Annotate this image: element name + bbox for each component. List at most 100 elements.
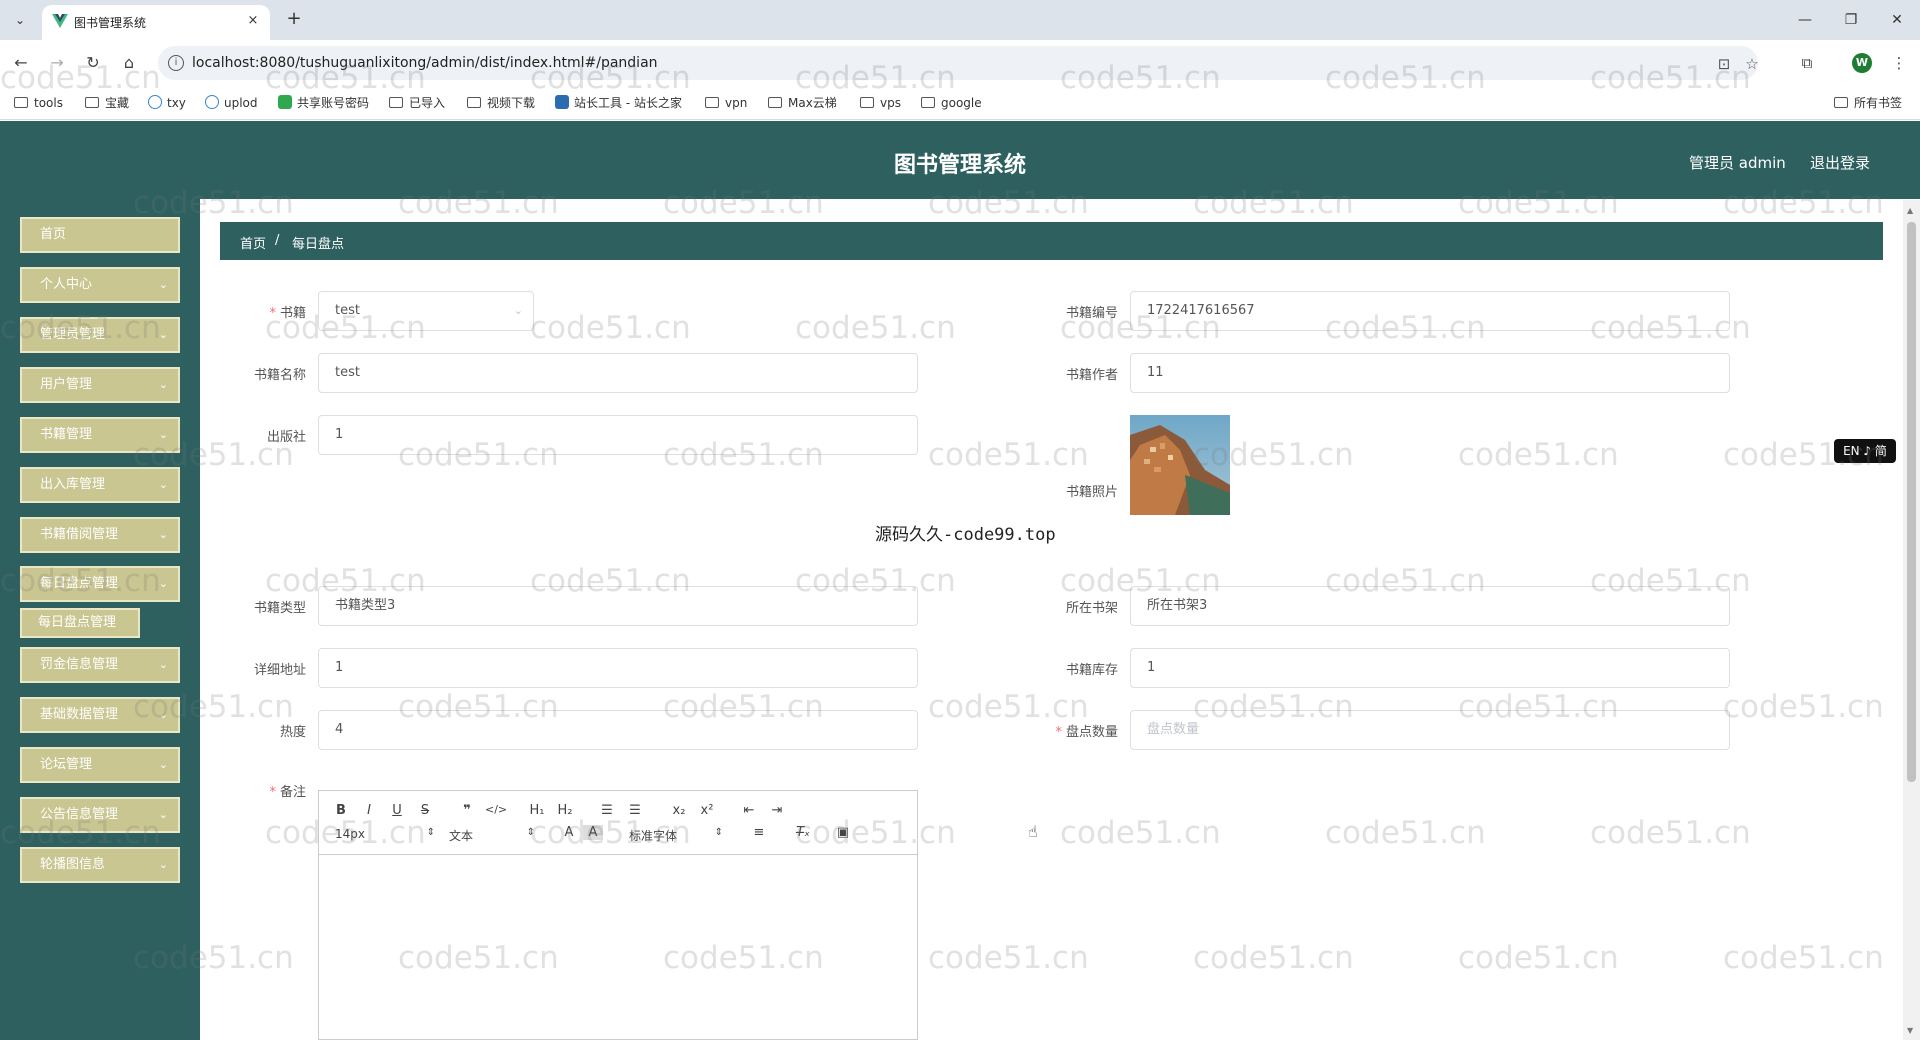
heat-field[interactable]: 4 bbox=[318, 710, 918, 750]
sidebar-item-carousel[interactable]: 轮播图信息 ⌄ bbox=[20, 847, 180, 883]
background-color-icon[interactable]: A bbox=[583, 825, 603, 840]
scrollbar-thumb[interactable] bbox=[1907, 222, 1916, 782]
bookmark-baozang[interactable]: 宝藏 bbox=[85, 93, 129, 113]
address-field[interactable]: 1 bbox=[318, 648, 918, 688]
align-icon[interactable]: ≡ bbox=[749, 825, 769, 840]
heading2-icon[interactable]: H₂ bbox=[555, 803, 575, 818]
book-no-field[interactable]: 1722417616567 bbox=[1130, 291, 1730, 331]
strike-icon[interactable]: S bbox=[415, 803, 435, 818]
superscript-icon[interactable]: x² bbox=[697, 803, 717, 818]
bullet-list-icon[interactable]: ☰ bbox=[625, 803, 645, 818]
type-label: 书籍类型 bbox=[253, 601, 306, 616]
underline-icon[interactable]: U bbox=[387, 803, 407, 818]
logout-link[interactable]: 退出登录 bbox=[1810, 152, 1870, 173]
screenshot-icon[interactable]: ⊡ bbox=[1714, 54, 1734, 74]
sidebar-item-forum[interactable]: 论坛管理 ⌄ bbox=[20, 747, 180, 783]
menu-kebab-icon[interactable]: ⋮ bbox=[1886, 50, 1912, 76]
sidebar-item-home[interactable]: 首页 bbox=[20, 217, 180, 253]
subscript-icon[interactable]: x₂ bbox=[669, 803, 689, 818]
watermark-text: code51.cn bbox=[1590, 815, 1751, 851]
stock-field[interactable]: 1 bbox=[1130, 648, 1730, 688]
bookmark-chinaz[interactable]: 站长工具 - 站长之家 bbox=[555, 93, 682, 113]
bookmark-shared-accounts[interactable]: 共享账号密码 bbox=[278, 93, 369, 113]
publisher-field[interactable]: 1 bbox=[318, 415, 918, 455]
rich-text-editor[interactable]: B I U S ❞ </> H₁ H₂ ☰ ☰ x₂ x² ⇤ ⇥ 14px ⇕ … bbox=[318, 790, 918, 1040]
sidebar-item-fines[interactable]: 罚金信息管理 ⌄ bbox=[20, 647, 180, 683]
browser-tab[interactable]: 图书管理系统 × bbox=[42, 5, 270, 40]
new-tab-button[interactable]: + bbox=[282, 8, 306, 32]
bookmark-vps[interactable]: vps bbox=[860, 93, 901, 113]
sidebar-item-borrow[interactable]: 书籍借阅管理 ⌄ bbox=[20, 517, 180, 553]
shelf-field[interactable]: 所在书架3 bbox=[1130, 586, 1730, 626]
address-bar[interactable]: i localhost:8080/tushuguanlixitong/admin… bbox=[158, 46, 1759, 80]
type-field[interactable]: 书籍类型3 bbox=[318, 586, 918, 626]
sidebar-item-inventory[interactable]: 每日盘点管理 ⌄ bbox=[20, 566, 180, 602]
sidebar-item-admin[interactable]: 管理员管理 ⌄ bbox=[20, 317, 180, 353]
page-scrollbar[interactable]: ▲ ▼ bbox=[1903, 200, 1920, 1040]
bookmark-max[interactable]: Max云梯 bbox=[768, 93, 837, 113]
sidebar-item-stock[interactable]: 出入库管理 ⌄ bbox=[20, 467, 180, 503]
sidebar-subitem-inventory-manage[interactable]: 每日盘点管理 bbox=[20, 608, 140, 638]
back-icon[interactable]: ← bbox=[8, 50, 34, 76]
bookmark-imported[interactable]: 已导入 bbox=[389, 93, 445, 113]
sidebar-item-basic-data[interactable]: 基础数据管理 ⌄ bbox=[20, 697, 180, 733]
note-label: * 备注 bbox=[269, 785, 306, 800]
indent-decrease-icon[interactable]: ⇤ bbox=[739, 803, 759, 818]
all-bookmarks[interactable]: 所有书签 bbox=[1834, 93, 1902, 113]
url-text[interactable]: localhost:8080/tushuguanlixitong/admin/d… bbox=[192, 55, 658, 71]
blockquote-icon[interactable]: ❞ bbox=[457, 803, 477, 818]
tab-close-icon[interactable]: × bbox=[244, 12, 262, 30]
bookmark-google[interactable]: google bbox=[921, 93, 982, 113]
paragraph-select[interactable]: 文本 ⇕ bbox=[449, 827, 535, 844]
bookmark-txy[interactable]: txy bbox=[148, 93, 186, 113]
italic-icon[interactable]: I bbox=[359, 803, 379, 818]
folder-icon bbox=[860, 97, 874, 108]
minimize-icon[interactable]: — bbox=[1790, 8, 1820, 32]
chevron-down-icon: ⌄ bbox=[158, 758, 168, 771]
font-color-icon[interactable]: A bbox=[559, 825, 579, 840]
bookmark-star-icon[interactable]: ☆ bbox=[1742, 54, 1762, 74]
image-icon[interactable]: ▣ bbox=[833, 825, 853, 840]
book-photo[interactable] bbox=[1130, 415, 1230, 515]
code-block-icon[interactable]: </> bbox=[485, 803, 507, 816]
profile-avatar[interactable]: W bbox=[1852, 53, 1872, 73]
breadcrumb-home[interactable]: 首页 bbox=[240, 233, 266, 252]
sidebar-item-profile[interactable]: 个人中心 ⌄ bbox=[20, 267, 180, 303]
bookmark-video-download[interactable]: 视频下载 bbox=[467, 93, 535, 113]
sidebar-item-notice[interactable]: 公告信息管理 ⌄ bbox=[20, 797, 180, 833]
sidebar-item-books[interactable]: 书籍管理 ⌄ bbox=[20, 417, 180, 453]
ordered-list-icon[interactable]: ☰ bbox=[597, 803, 617, 818]
chevron-down-icon: ⌄ bbox=[158, 708, 168, 721]
home-icon[interactable]: ⌂ bbox=[116, 50, 142, 76]
close-window-icon[interactable]: ✕ bbox=[1882, 8, 1912, 32]
book-select[interactable]: test ⌄ bbox=[318, 291, 534, 331]
publisher-label: 出版社 bbox=[266, 430, 306, 445]
forward-icon[interactable]: → bbox=[44, 50, 70, 76]
indent-increase-icon[interactable]: ⇥ bbox=[767, 803, 787, 818]
scroll-down-icon[interactable]: ▼ bbox=[1907, 1026, 1913, 1035]
tab-search-icon[interactable]: ⌄ bbox=[8, 8, 32, 32]
bookmark-tools[interactable]: tools bbox=[14, 93, 63, 113]
watermark-text: code51.cn bbox=[928, 689, 1089, 725]
site-info-icon[interactable]: i bbox=[168, 55, 184, 71]
bold-icon[interactable]: B bbox=[331, 803, 351, 818]
language-switch-badge[interactable]: EN ♪ 简 bbox=[1834, 439, 1896, 463]
book-name-field[interactable]: test bbox=[318, 353, 918, 393]
clear-format-icon[interactable]: T̶ₓ bbox=[793, 825, 813, 840]
sidebar-item-users[interactable]: 用户管理 ⌄ bbox=[20, 367, 180, 403]
heat-label: 热度 bbox=[279, 725, 306, 740]
reload-icon[interactable]: ↻ bbox=[80, 50, 106, 76]
bookmark-uplod[interactable]: uplod bbox=[205, 93, 258, 113]
chevron-down-icon: ⌄ bbox=[158, 428, 168, 441]
font-family-select[interactable]: 标准字体 ⇕ bbox=[629, 827, 723, 844]
count-input[interactable]: 盘点数量 bbox=[1130, 710, 1730, 750]
scroll-up-icon[interactable]: ▲ bbox=[1907, 206, 1913, 215]
author-field[interactable]: 11 bbox=[1130, 353, 1730, 393]
extensions-icon[interactable]: ⧉ bbox=[1794, 50, 1820, 76]
restore-icon[interactable]: ❐ bbox=[1836, 8, 1866, 32]
bookmark-vpn[interactable]: vpn bbox=[705, 93, 747, 113]
vue-favicon-icon bbox=[52, 14, 68, 28]
watermark-text: code51.cn bbox=[928, 437, 1089, 473]
heading1-icon[interactable]: H₁ bbox=[527, 803, 547, 818]
font-size-select[interactable]: 14px ⇕ bbox=[335, 827, 435, 841]
